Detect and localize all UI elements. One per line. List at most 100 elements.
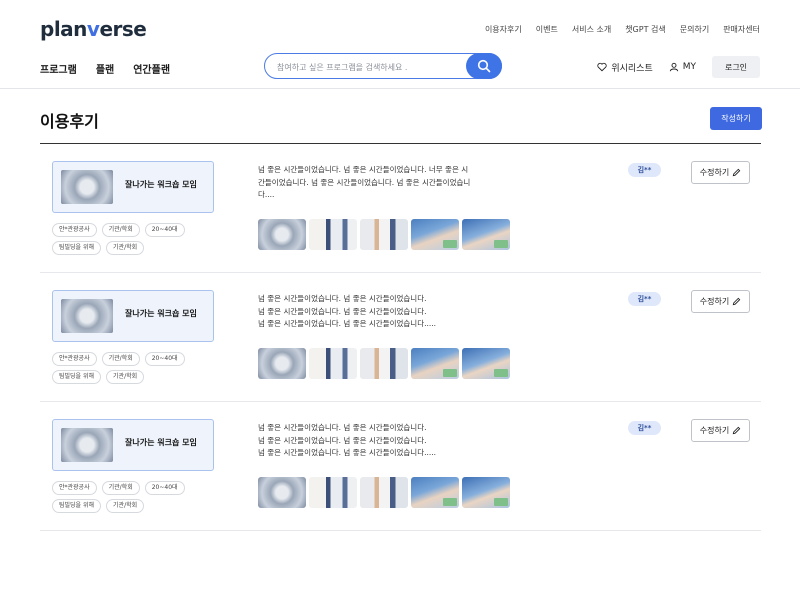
heart-icon [597, 62, 607, 72]
tag: 기관/학회 [106, 370, 145, 384]
review-photo[interactable] [411, 348, 459, 379]
review-text-line: 간들이었습니다. 넘 좋은 시간들이었습니다. 넘 좋은 시간들이었습니 [258, 177, 471, 187]
review-text-line: 넘 좋은 시간들이었습니다. 넘 좋은 시간들이었습니다. [258, 435, 427, 445]
utility-links: 이용자후기 이벤트 서비스 소개 챗GPT 검색 문의하기 판매자센터 [485, 24, 760, 35]
pencil-icon [732, 426, 741, 435]
review-photo[interactable] [258, 348, 306, 379]
review-photo[interactable] [360, 219, 408, 250]
tag-list: 안*관광공사 기관/학회 20~40대 팀빌딩을 위해 기관/학회 [52, 481, 222, 513]
logo-text-pre: plan [40, 17, 87, 41]
edit-label: 수정하기 [699, 297, 730, 306]
review-text-line: 넘 좋은 시간들이었습니다. 넘 좋은 시간들이었습니다. [258, 294, 427, 303]
review-text-line: 넘 좋은 시간들이었습니다. 넘 좋은 시간들이었습니다. 너무 좋은 시 [258, 165, 469, 174]
user-icon [669, 62, 678, 72]
review-photo[interactable] [309, 348, 357, 379]
program-name: 잘나가는 워크숍 모임 [125, 309, 197, 318]
program-thumbnail [61, 299, 113, 333]
review-text: 넘 좋은 시간들이었습니다. 넘 좋은 시간들이었습니다. 넘 좋은 시간들이었… [258, 293, 490, 331]
review-item: 잘나가는 워크숍 모임 안*관광공사 기관/학회 20~40대 팀빌딩을 위해 … [40, 402, 761, 531]
tag: 안*관광공사 [52, 481, 97, 495]
author-badge: 김** [628, 292, 661, 306]
review-photo[interactable] [462, 477, 510, 508]
review-photos [258, 348, 510, 379]
top-link-seller-center[interactable]: 판매자센터 [723, 24, 760, 35]
tag: 안*관광공사 [52, 223, 97, 237]
review-photo[interactable] [360, 477, 408, 508]
review-photos [258, 219, 510, 250]
search-button[interactable] [466, 53, 502, 79]
program-thumbnail [61, 170, 113, 204]
edit-review-button[interactable]: 수정하기 [691, 419, 750, 442]
my-page-link[interactable]: MY [669, 62, 696, 72]
review-text-line: 넘 좋은 시간들이었습니다. 넘 좋은 시간들이었습니다. [258, 423, 427, 432]
tag: 팀빌딩을 위해 [52, 370, 102, 384]
tag-list: 안*관광공사 기관/학회 20~40대 팀빌딩을 위해 기관/학회 [52, 223, 222, 255]
review-text-line: 넘 좋은 시간들이었습니다. 넘 좋은 시간들이었습니다. [258, 306, 427, 316]
nav-item-programs[interactable]: 프로그램 [40, 61, 77, 76]
review-text-line: 다.... [258, 190, 275, 199]
program-thumbnail [61, 428, 113, 462]
review-photo[interactable] [309, 219, 357, 250]
top-link-about[interactable]: 서비스 소개 [572, 24, 611, 35]
logo-text-post: erse [99, 17, 147, 41]
search-bar [264, 53, 502, 79]
program-card[interactable]: 잘나가는 워크숍 모임 [52, 161, 214, 213]
edit-label: 수정하기 [699, 426, 730, 435]
review-photo[interactable] [258, 219, 306, 250]
review-text: 넘 좋은 시간들이었습니다. 넘 좋은 시간들이었습니다. 너무 좋은 시 간들… [258, 164, 490, 202]
workshop-image [61, 299, 113, 333]
tag: 기관/학회 [106, 241, 145, 255]
wishlist-link[interactable]: 위시리스트 [597, 61, 653, 74]
edit-label: 수정하기 [699, 168, 730, 177]
review-photos [258, 477, 510, 508]
review-text-line: 넘 좋은 시간들이었습니다. 넘 좋은 시간들이었습니다..... [258, 319, 437, 328]
review-photo[interactable] [462, 219, 510, 250]
header-divider [0, 88, 800, 89]
tag-list: 안*관광공사 기관/학회 20~40대 팀빌딩을 위해 기관/학회 [52, 352, 222, 384]
top-link-reviews[interactable]: 이용자후기 [485, 24, 522, 35]
pencil-icon [732, 168, 741, 177]
site-logo[interactable]: planverse [40, 17, 147, 41]
edit-review-button[interactable]: 수정하기 [691, 161, 750, 184]
nav-item-annual-plans[interactable]: 연간플랜 [133, 61, 170, 76]
login-button[interactable]: 로그인 [712, 56, 760, 78]
tag: 안*관광공사 [52, 352, 97, 366]
edit-review-button[interactable]: 수정하기 [691, 290, 750, 313]
top-link-contact[interactable]: 문의하기 [680, 24, 709, 35]
my-label: MY [682, 62, 696, 72]
tag: 기관/학회 [101, 223, 140, 237]
program-card[interactable]: 잘나가는 워크숍 모임 [52, 419, 214, 471]
review-photo[interactable] [258, 477, 306, 508]
nav-item-plans[interactable]: 플랜 [96, 61, 114, 76]
review-photo[interactable] [462, 348, 510, 379]
program-name: 잘나가는 워크숍 모임 [125, 438, 197, 447]
review-photo[interactable] [411, 219, 459, 250]
logo-text-accent: v [86, 17, 100, 41]
pencil-icon [732, 297, 741, 306]
user-utility: 위시리스트 MY 로그인 [597, 56, 760, 78]
review-item: 잘나가는 워크숍 모임 안*관광공사 기관/학회 20~40대 팀빌딩을 위해 … [40, 273, 761, 402]
top-link-chatgpt-search[interactable]: 챗GPT 검색 [625, 24, 666, 35]
search-icon [477, 59, 491, 73]
program-card[interactable]: 잘나가는 워크숍 모임 [52, 290, 214, 342]
tag: 팀빌딩을 위해 [52, 499, 102, 513]
main-nav: 프로그램 플랜 연간플랜 [40, 61, 170, 76]
tag: 기관/학회 [101, 481, 140, 495]
author-badge: 김** [628, 163, 661, 177]
review-photo[interactable] [360, 348, 408, 379]
workshop-image [61, 170, 113, 204]
tag: 20~40대 [144, 352, 185, 366]
review-text-line: 넘 좋은 시간들이었습니다. 넘 좋은 시간들이었습니다..... [258, 448, 437, 457]
write-review-button[interactable]: 작성하기 [710, 107, 762, 130]
workshop-image [61, 428, 113, 462]
author-badge: 김** [628, 421, 661, 435]
review-item: 잘나가는 워크숍 모임 안*관광공사 기관/학회 20~40대 팀빌딩을 위해 … [40, 144, 761, 273]
search-input[interactable] [277, 60, 467, 74]
top-link-events[interactable]: 이벤트 [536, 24, 558, 35]
tag: 기관/학회 [101, 352, 140, 366]
review-photo[interactable] [309, 477, 357, 508]
review-photo[interactable] [411, 477, 459, 508]
tag: 20~40대 [144, 481, 185, 495]
page-title: 이용후기 [40, 112, 99, 131]
tag: 기관/학회 [106, 499, 145, 513]
